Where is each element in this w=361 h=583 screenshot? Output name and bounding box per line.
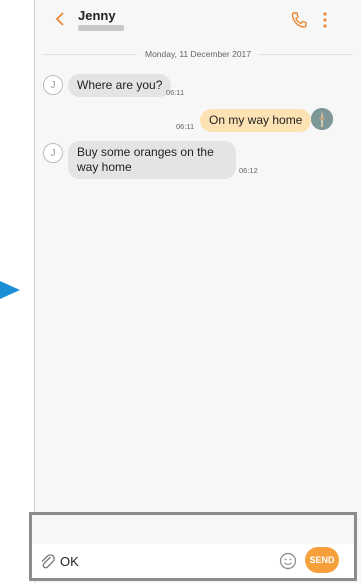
message-text: Buy some oranges on the way home <box>77 145 214 174</box>
messages-screen: Jenny Monday, 11 December 2017 J Where a… <box>34 0 361 583</box>
date-label: Monday, 11 December 2017 <box>145 49 251 59</box>
message-bubble-outgoing[interactable]: On my way home <box>200 109 312 132</box>
avatar-initial: J <box>50 147 56 159</box>
more-vert-icon <box>323 12 327 28</box>
message-time: 06:11 <box>166 88 185 97</box>
phone-icon <box>291 12 307 28</box>
compose-spacer <box>32 515 354 544</box>
avatar-initial: J <box>50 79 56 91</box>
emoji-button[interactable] <box>278 551 298 571</box>
date-divider: Monday, 11 December 2017 <box>35 48 361 60</box>
call-button[interactable] <box>289 10 309 30</box>
compose-row: SEND <box>32 544 354 578</box>
message-bubble-incoming[interactable]: Where are you? <box>68 74 172 97</box>
contact-avatar[interactable]: J <box>43 75 63 95</box>
divider-line <box>43 53 137 55</box>
message-time: 06:12 <box>239 166 258 175</box>
smiley-icon <box>279 552 297 570</box>
message-time: 06:11 <box>176 122 195 131</box>
paperclip-icon <box>41 554 55 569</box>
message-text: Where are you? <box>77 78 163 92</box>
more-options-button[interactable] <box>315 10 335 30</box>
pointer-arrow-icon <box>0 281 20 299</box>
conversation-header: Jenny <box>35 0 361 38</box>
send-button[interactable]: SEND <box>305 547 339 573</box>
user-avatar[interactable] <box>311 108 333 130</box>
user-photo-icon <box>311 108 333 130</box>
message-text: On my way home <box>209 113 303 127</box>
message-input[interactable] <box>60 551 260 571</box>
message-bubble-incoming[interactable]: Buy some oranges on the way home <box>68 141 236 179</box>
contact-avatar[interactable]: J <box>43 143 63 163</box>
divider-line <box>259 53 353 55</box>
chevron-left-icon <box>55 12 64 26</box>
compose-bar: SEND <box>29 512 357 581</box>
back-button[interactable] <box>49 8 71 30</box>
contact-number-redacted <box>78 25 124 31</box>
contact-name: Jenny <box>78 8 116 23</box>
attach-button[interactable] <box>38 552 56 570</box>
